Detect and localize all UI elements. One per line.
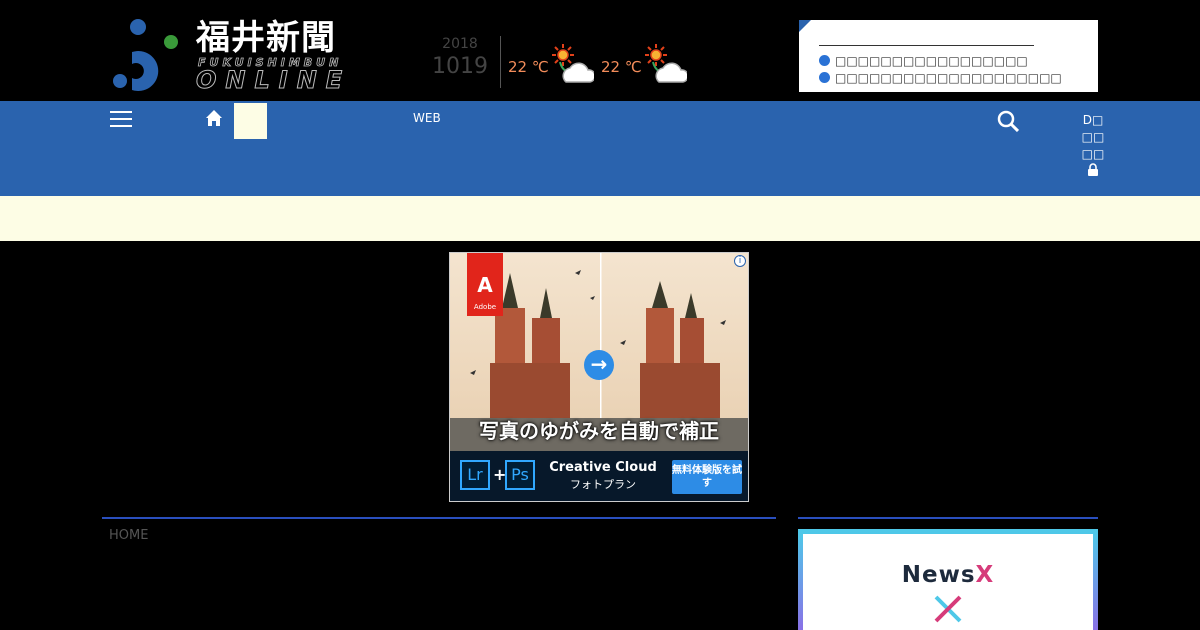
- bullet-icon: [819, 55, 830, 66]
- nav-web-link[interactable]: WEB: [413, 111, 441, 125]
- logo-mark-icon: [113, 19, 178, 91]
- notice-box: □□□□□□□□□□□□□□□□□ □□□□□□□□□□□□□□□□□□□□: [799, 20, 1098, 92]
- ad-cta-button[interactable]: 無料体験版を試す: [672, 460, 742, 494]
- sunny-cloudy-icon: [552, 44, 594, 83]
- header: 福井新聞 FUKUISHIMBUN ONLINE 2018 1019 22 ℃: [0, 0, 1200, 101]
- date-display: 2018 1019: [430, 36, 490, 79]
- home-icon[interactable]: [205, 109, 223, 127]
- cc-plan: フォトプラン: [570, 478, 636, 491]
- lightroom-icon: Lr: [460, 460, 490, 490]
- ad-banner[interactable]: A Adobe i → 写真のゆがみを自動で補正 Lr + Ps Creative…: [449, 252, 749, 502]
- photoshop-icon: Ps: [505, 460, 535, 490]
- adobe-logo: A Adobe: [467, 253, 503, 316]
- ad-footer: Lr + Ps Creative Cloud フォトプラン 無料体験版を試す: [450, 451, 748, 501]
- date-month-day: 1019: [432, 54, 488, 79]
- login-line: D□: [1082, 113, 1104, 127]
- newsx-news: News: [901, 562, 976, 588]
- arrow-right-icon: →: [584, 350, 614, 380]
- notice-divider: [819, 45, 1034, 46]
- menu-icon[interactable]: [110, 111, 132, 127]
- date-year: 2018: [442, 36, 478, 52]
- notice-text: □□□□□□□□□□□□□□□□□□□□: [835, 71, 1062, 85]
- cross-icon: [934, 595, 962, 623]
- logo-title: 福井新聞: [196, 18, 336, 58]
- page: 福井新聞 FUKUISHIMBUN ONLINE 2018 1019 22 ℃: [0, 0, 1200, 630]
- sidebar-divider: [798, 517, 1098, 519]
- notice-item[interactable]: □□□□□□□□□□□□□□□□□□□□: [819, 71, 1062, 85]
- ad-info-icon[interactable]: i: [734, 255, 746, 267]
- search-icon[interactable]: [997, 110, 1019, 132]
- newsx-x: X: [975, 562, 995, 588]
- weather-temp: 22 ℃: [508, 58, 549, 76]
- nav-bar: [0, 101, 1200, 196]
- adobe-brand: Adobe: [473, 303, 497, 311]
- notice-item[interactable]: □□□□□□□□□□□□□□□□□: [819, 54, 1028, 68]
- ad-headline: 写真のゆがみを自動で補正: [479, 419, 719, 443]
- newsx-banner[interactable]: NewsX: [798, 529, 1098, 630]
- breadcrumb-home[interactable]: HOME: [109, 528, 148, 543]
- lock-icon: [1088, 163, 1098, 176]
- login-line: □□: [1081, 130, 1105, 144]
- sunny-cloudy-icon: [645, 44, 687, 83]
- date-divider: [500, 36, 501, 88]
- notice-text: □□□□□□□□□□□□□□□□□: [835, 54, 1028, 68]
- notice-corner: [799, 20, 811, 32]
- ad-product-name: Creative Cloud フォトプラン: [548, 459, 658, 493]
- newsx-logo: NewsX: [803, 562, 1093, 588]
- site-logo[interactable]: 福井新聞 FUKUISHIMBUN ONLINE: [110, 18, 360, 95]
- bullet-icon: [819, 72, 830, 83]
- login-button[interactable]: D□ □□ □□: [1080, 112, 1106, 176]
- logo-online: ONLINE: [195, 66, 352, 95]
- login-line: □□: [1081, 147, 1105, 161]
- cc-title: Creative Cloud: [549, 460, 657, 475]
- announcement-bar: [0, 196, 1200, 241]
- weather-temp: 22 ℃: [601, 58, 642, 76]
- main-divider: [102, 517, 776, 519]
- nav-highlight-tab[interactable]: [234, 103, 267, 139]
